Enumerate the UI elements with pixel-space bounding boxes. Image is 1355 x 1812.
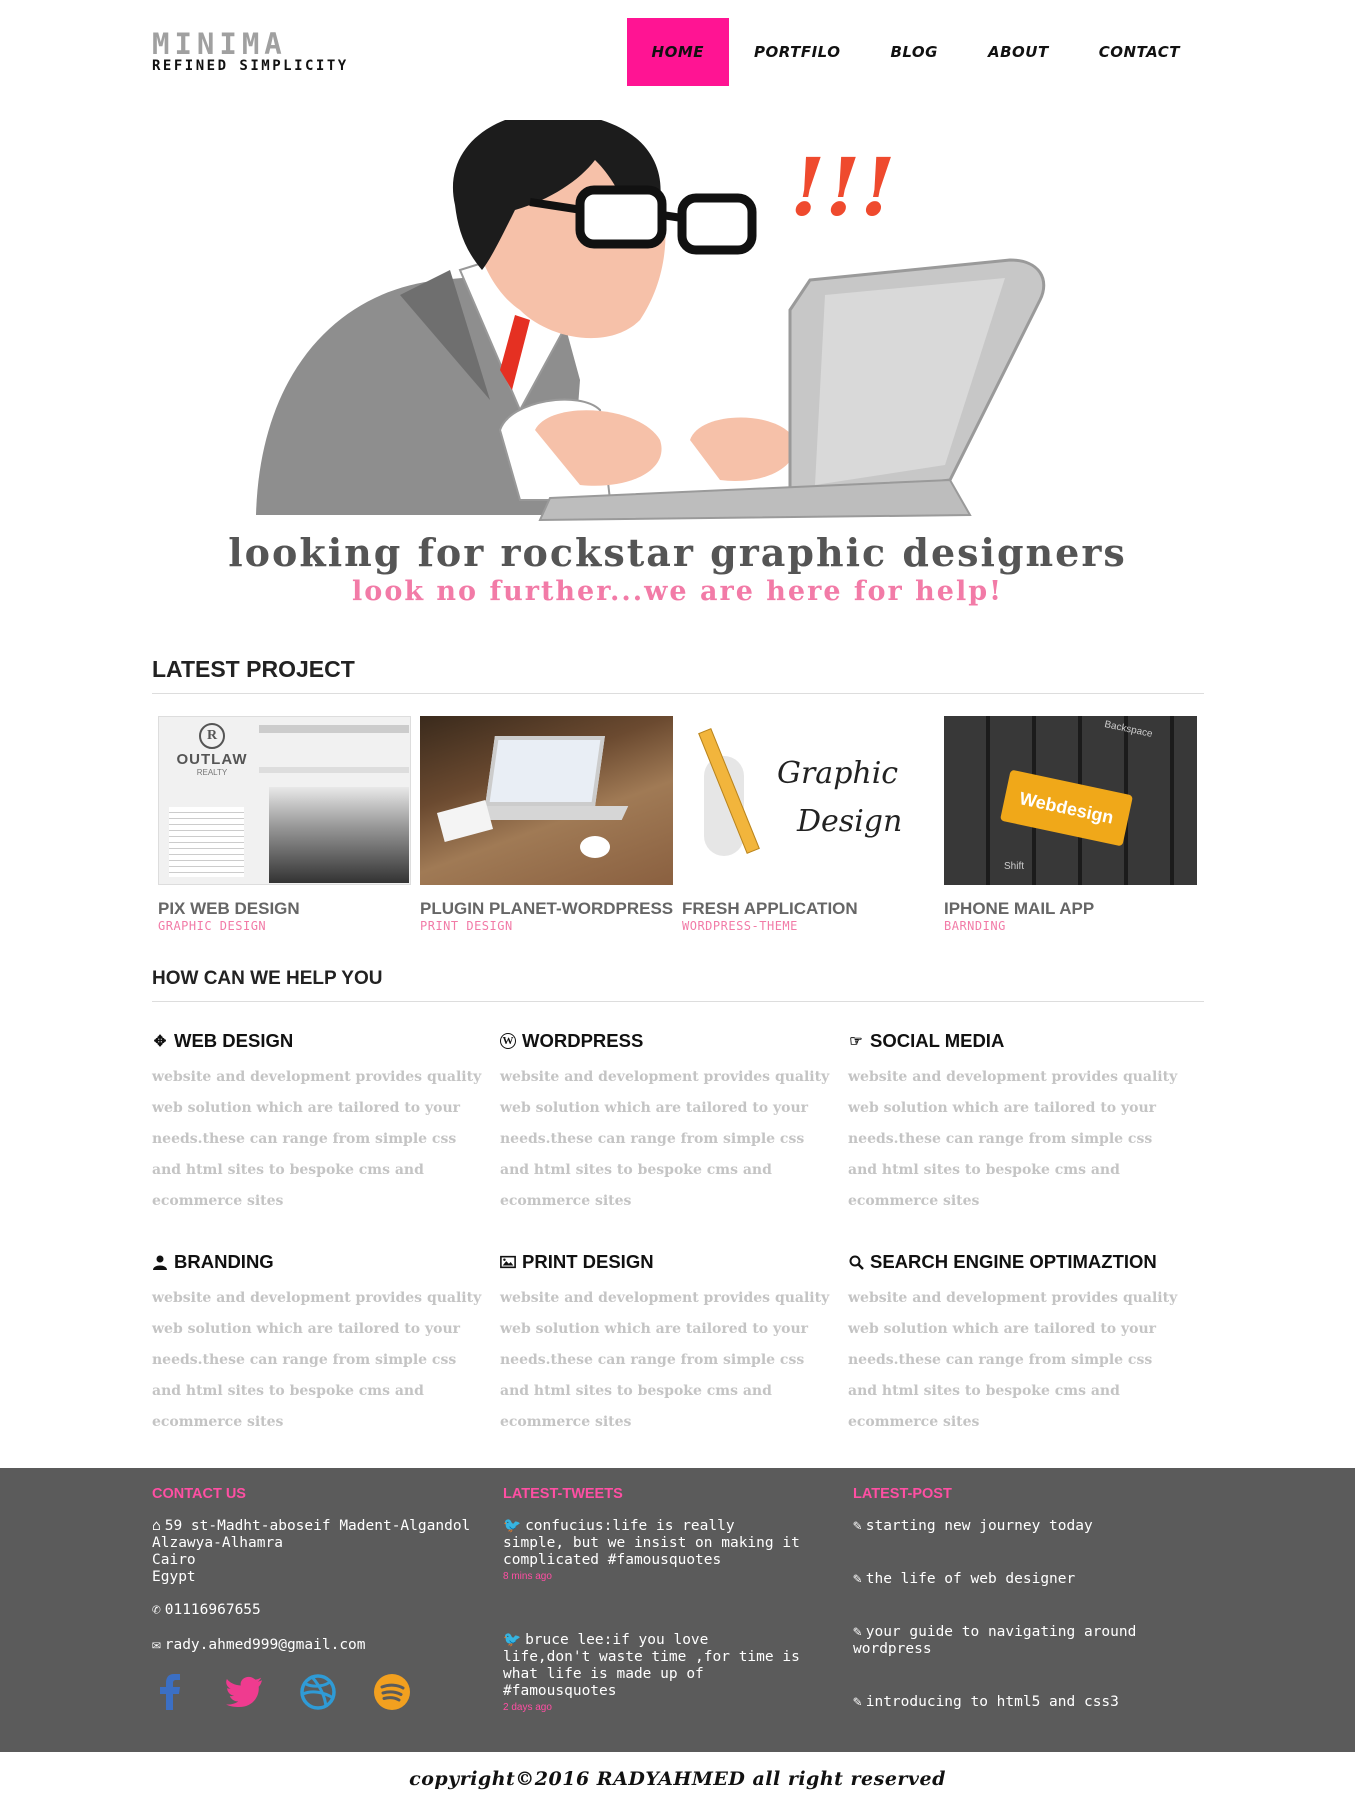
dribbble-icon[interactable]	[300, 1674, 336, 1710]
footer-contact: CONTACT US ⌂ 59 st-Madht-aboseif Madent-A…	[152, 1486, 492, 1710]
service-text: website and development provides quality…	[848, 1069, 1178, 1209]
service-text: website and development provides quality…	[500, 1290, 830, 1430]
logo-subtitle: REFINED SIMPLICITY	[152, 58, 349, 74]
service-title: PRINT DESIGN	[522, 1251, 654, 1272]
project-name[interactable]: PLUGIN PLANET-WORDPRESS	[420, 899, 673, 919]
wordpress-icon: W	[500, 1033, 516, 1049]
service-title: WEB DESIGN	[174, 1030, 294, 1051]
footer-tweets-heading: LATEST-TWEETS	[503, 1486, 623, 1502]
contact-address: ⌂ 59 st-Madht-aboseif Madent-Algandol Alz…	[152, 1518, 471, 1585]
pencil-icon: ✎	[853, 1518, 862, 1534]
service-text: website and development provides quality…	[500, 1069, 830, 1209]
contact-email[interactable]: ✉ rady.ahmed999@gmail.com	[152, 1637, 492, 1654]
home-icon: ⌂	[152, 1518, 161, 1534]
thumbs-up-icon: ☞	[849, 1033, 863, 1050]
search-icon	[848, 1254, 864, 1270]
project-name[interactable]: PIX WEB DESIGN	[158, 899, 411, 919]
project-thumbnail[interactable]: Backspace Webdesign Shift	[944, 716, 1197, 885]
pencil-icon: ✎	[853, 1624, 862, 1640]
nav-portfolio[interactable]: PORTFILO	[729, 18, 865, 86]
user-icon	[152, 1254, 168, 1270]
service-text: website and development provides quality…	[152, 1069, 482, 1209]
spotify-icon[interactable]	[374, 1674, 410, 1710]
social-links	[152, 1674, 492, 1710]
project-name[interactable]: IPHONE MAIL APP	[944, 899, 1197, 919]
service-text: website and development provides quality…	[848, 1290, 1178, 1430]
footer-tweets: LATEST-TWEETS 🐦 confucius:life is really …	[503, 1486, 803, 1713]
pencil-icon: ✎	[853, 1571, 862, 1587]
service-item: SEARCH ENGINE OPTIMAZTION website and de…	[848, 1249, 1196, 1438]
twitter-small-icon: 🐦	[503, 1632, 522, 1648]
thumb-text-graphic: Graphic	[777, 756, 899, 791]
logo-title: MINIMA	[152, 27, 287, 61]
site-footer: CONTACT US ⌂ 59 st-Madht-aboseif Madent-A…	[0, 1468, 1355, 1752]
exclaim-mark: !!!	[790, 140, 895, 234]
latest-project-heading: LATEST PROJECT	[152, 656, 1204, 694]
project-card[interactable]: R OUTLAW REALTY PIX WEB DESIGN GRAPHIC D…	[158, 716, 411, 933]
facebook-icon[interactable]	[152, 1674, 188, 1710]
phone-icon: ✆	[152, 1602, 161, 1618]
post-link[interactable]: ✎ starting new journey today	[853, 1518, 1153, 1535]
service-item: W WORDPRESS website and development prov…	[500, 1028, 848, 1217]
hero-title: looking for rockstar graphic designers	[228, 530, 1127, 575]
post-link[interactable]: ✎ introducing to html5 and css3	[853, 1694, 1153, 1711]
pencil-icon: ✎	[853, 1694, 862, 1710]
footer-posts-heading: LATEST-POST	[853, 1486, 952, 1502]
thumb-brand: OUTLAW	[176, 751, 248, 768]
hero-subtitle: look no further...we are here for help!	[352, 576, 1003, 607]
site-header: MINIMA REFINED SIMPLICITY HOME PORTFILO …	[0, 0, 1355, 100]
service-item: ✥ WEB DESIGN website and development pro…	[152, 1028, 500, 1217]
thumb-key-shift: Shift	[1004, 861, 1025, 872]
service-title: SEARCH ENGINE OPTIMAZTION	[870, 1251, 1157, 1272]
project-thumbnail[interactable]: R OUTLAW REALTY	[158, 716, 411, 885]
tweet-time: 2 days ago	[503, 1702, 552, 1713]
services-grid: ✥ WEB DESIGN website and development pro…	[152, 1028, 1212, 1438]
project-category[interactable]: PRINT DESIGN	[420, 919, 673, 933]
project-thumbnail[interactable]	[420, 716, 673, 885]
project-thumbnail[interactable]: Graphic Design	[682, 716, 935, 885]
hero-section: !!! looking for rockstar graphic designe…	[0, 110, 1355, 630]
project-card[interactable]: Backspace Webdesign Shift IPHONE MAIL AP…	[944, 716, 1197, 933]
project-card[interactable]: Graphic Design FRESH APPLICATION WORDPRE…	[682, 716, 935, 933]
help-heading: HOW CAN WE HELP YOU	[152, 968, 1204, 1002]
thumb-text-design: Design	[797, 804, 903, 839]
footer-posts: LATEST-POST ✎ starting new journey today …	[853, 1486, 1153, 1711]
logo[interactable]: MINIMA REFINED SIMPLICITY	[152, 27, 349, 75]
service-item: PRINT DESIGN website and development pro…	[500, 1249, 848, 1438]
service-item: BRANDING website and development provide…	[152, 1249, 500, 1438]
project-category[interactable]: GRAPHIC DESIGN	[158, 919, 411, 933]
nav-home[interactable]: HOME	[626, 18, 729, 86]
project-category[interactable]: BARNDING	[944, 919, 1197, 933]
designer-illustration: !!!	[256, 120, 1046, 522]
project-card[interactable]: PLUGIN PLANET-WORDPRESS PRINT DESIGN	[420, 716, 673, 933]
project-name[interactable]: FRESH APPLICATION	[682, 899, 935, 919]
post-link[interactable]: ✎ your guide to navigating around wordpre…	[853, 1624, 1153, 1658]
nav-contact[interactable]: CONTACT	[1074, 18, 1205, 86]
copyright: copyright©2016 RADYAHMED all right reser…	[409, 1768, 946, 1790]
service-title: SOCIAL MEDIA	[870, 1030, 1005, 1051]
main-nav: HOME PORTFILO BLOG ABOUT CONTACT	[626, 18, 1205, 86]
tweet-time: 8 mins ago	[503, 1571, 552, 1582]
twitter-small-icon: 🐦	[503, 1518, 522, 1534]
footer-contact-heading: CONTACT US	[152, 1486, 246, 1502]
project-category[interactable]: WORDPRESS-THEME	[682, 919, 935, 933]
service-text: website and development provides quality…	[152, 1290, 482, 1430]
post-link[interactable]: ✎ the life of web designer	[853, 1571, 1153, 1588]
service-title: BRANDING	[174, 1251, 274, 1272]
arrows-icon: ✥	[153, 1033, 167, 1050]
thumb-brand-sub: REALTY	[196, 768, 228, 777]
tweet-item[interactable]: 🐦 bruce lee:if you love life,don't waste …	[503, 1632, 803, 1713]
image-icon	[500, 1254, 516, 1270]
service-title: WORDPRESS	[522, 1030, 644, 1051]
nav-about[interactable]: ABOUT	[963, 18, 1074, 86]
envelope-icon: ✉	[152, 1637, 161, 1653]
nav-blog[interactable]: BLOG	[865, 18, 963, 86]
tweet-item[interactable]: 🐦 confucius:life is really simple, but we…	[503, 1518, 803, 1582]
contact-phone[interactable]: ✆ 01116967655	[152, 1602, 492, 1619]
service-item: ☞ SOCIAL MEDIA website and development p…	[848, 1028, 1196, 1217]
project-list: R OUTLAW REALTY PIX WEB DESIGN GRAPHIC D…	[158, 716, 1198, 933]
twitter-icon[interactable]	[226, 1674, 262, 1710]
